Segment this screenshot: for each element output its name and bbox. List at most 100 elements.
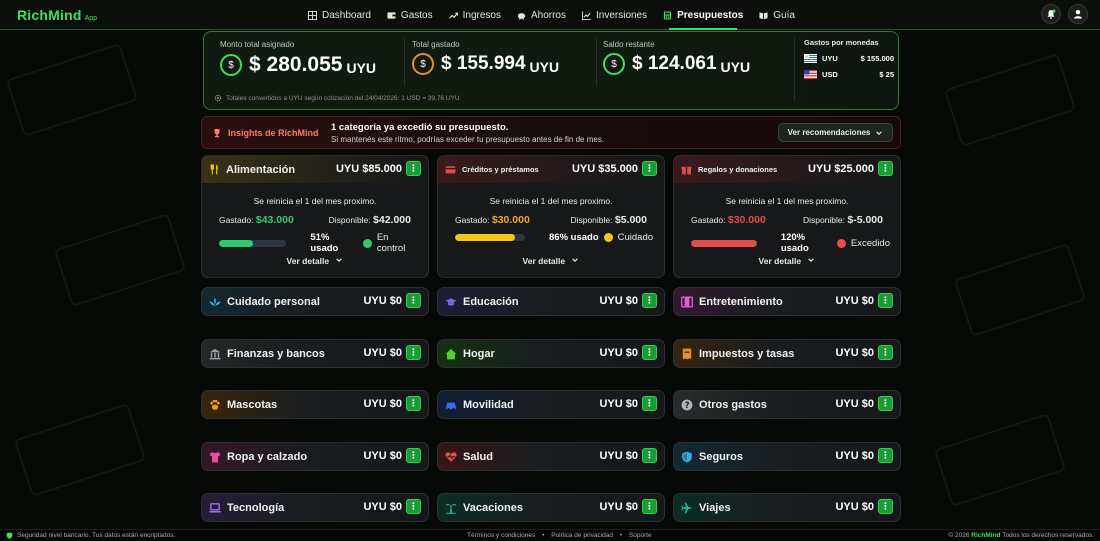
category-card[interactable]: Viajes UYU $0 ⋮: [673, 493, 901, 522]
card-amount: UYU $0: [599, 398, 638, 410]
category-card[interactable]: Entretenimiento UYU $0 ⋮: [673, 287, 901, 316]
kebab-icon: ⋮: [881, 295, 890, 305]
category-card[interactable]: Vacaciones UYU $0 ⋮: [437, 493, 665, 522]
gift-icon: [681, 166, 692, 175]
category-card[interactable]: Impuestos y tasas UYU $0 ⋮: [673, 339, 901, 368]
view-detail-button[interactable]: Ver detalle: [438, 256, 664, 266]
kebab-icon: ⋮: [409, 347, 418, 357]
kebab-icon: ⋮: [645, 347, 654, 357]
card-menu-button[interactable]: ⋮: [406, 161, 421, 176]
view-detail-button[interactable]: Ver detalle: [674, 256, 900, 266]
card-amount: UYU $0: [835, 450, 874, 462]
stat-amount: $ 124.061: [632, 53, 717, 74]
coin-icon: $: [603, 53, 625, 75]
card-menu-button[interactable]: ⋮: [406, 499, 421, 514]
bell-icon: [1047, 9, 1056, 19]
nav-label: Ahorros: [530, 9, 566, 21]
category-card[interactable]: Salud UYU $0 ⋮: [437, 442, 665, 471]
nav-label: Inversiones: [595, 9, 648, 21]
card-menu-button[interactable]: ⋮: [878, 499, 893, 514]
spent-value: $30.000: [727, 214, 766, 226]
nav-item-inversiones[interactable]: Inversiones: [574, 0, 655, 30]
card-amount: UYU $0: [363, 450, 402, 462]
credit-card-icon: [445, 166, 456, 174]
profile-button[interactable]: [1068, 4, 1088, 24]
category-card[interactable]: Ropa y calzado UYU $0 ⋮: [201, 442, 429, 471]
category-card[interactable]: Movilidad UYU $0 ⋮: [437, 390, 665, 419]
card-menu-button[interactable]: ⋮: [406, 396, 421, 411]
category-card[interactable]: Cuidado personal UYU $0 ⋮: [201, 287, 429, 316]
category-card[interactable]: Finanzas y bancos UYU $0 ⋮: [201, 339, 429, 368]
card-menu-button[interactable]: ⋮: [642, 293, 657, 308]
category-card[interactable]: Educación UYU $0 ⋮: [437, 287, 665, 316]
budget-card-regalos: Regalos y donaciones UYU $25.000 ⋮ Se re…: [673, 155, 901, 278]
available-label: Disponible:: [802, 215, 845, 225]
stat-currency: UYU: [529, 58, 560, 75]
privacy-link[interactable]: Política de privacidad: [551, 532, 613, 539]
card-menu-button[interactable]: ⋮: [406, 293, 421, 308]
card-menu-button[interactable]: ⋮: [406, 448, 421, 463]
chart-icon: [581, 10, 591, 20]
card-name: Finanzas y bancos: [227, 347, 325, 360]
detail-label: Ver detalle: [522, 256, 566, 266]
insights-label: Insights de RichMind: [212, 128, 319, 138]
card-menu-button[interactable]: ⋮: [642, 345, 657, 360]
available-value: $5.000: [614, 214, 647, 226]
app-logo[interactable]: RichMind App: [17, 7, 97, 23]
category-card[interactable]: Mascotas UYU $0 ⋮: [201, 390, 429, 419]
category-card[interactable]: Tecnología UYU $0 ⋮: [201, 493, 429, 522]
reset-text: Se reinicia el 1 del mes proximo.: [725, 196, 849, 206]
card-menu-button[interactable]: ⋮: [878, 161, 893, 176]
view-detail-button[interactable]: Ver detalle: [202, 256, 428, 266]
stat-label: Saldo restante: [603, 40, 655, 49]
spent-info: Gastado: $30.000: [455, 214, 530, 226]
card-amount: UYU $0: [363, 501, 402, 513]
card-amount: UYU $0: [835, 501, 874, 513]
stat-remaining: Saldo restante $ $ 124.061 UYU: [603, 40, 750, 75]
copyright-brand: RichMind: [971, 532, 1001, 539]
car-icon: [446, 402, 456, 410]
status-dot-icon: [603, 233, 613, 242]
category-card[interactable]: ? Otros gastos UYU $0 ⋮: [673, 390, 901, 419]
notifications-button[interactable]: [1041, 4, 1061, 24]
card-menu-button[interactable]: ⋮: [642, 499, 657, 514]
card-name: Otros gastos: [699, 398, 767, 411]
card-name: Salud: [463, 450, 493, 463]
card-menu-button[interactable]: ⋮: [878, 448, 893, 463]
view-recommendations-button[interactable]: Ver recomendaciones: [778, 123, 893, 142]
currency-code: USD: [822, 70, 838, 79]
status-dot-icon: [363, 238, 372, 248]
footer: Seguridad nivel bancario. Tus datos está…: [0, 529, 1100, 541]
kebab-icon: ⋮: [645, 163, 654, 173]
stat-amount: $ 280.055: [249, 53, 343, 76]
nav-item-guia[interactable]: Guía: [751, 0, 803, 30]
category-card[interactable]: Seguros UYU $0 ⋮: [673, 442, 901, 471]
terms-link[interactable]: Términos y condiciones: [467, 532, 535, 539]
card-name: Educación: [463, 295, 519, 308]
copyright-prefix: © 2026: [948, 532, 970, 539]
kebab-icon: ⋮: [409, 398, 418, 408]
kebab-icon: ⋮: [645, 501, 654, 511]
reset-text: Se reinicia el 1 del mes proximo.: [489, 196, 613, 206]
status-dot-icon: [837, 238, 846, 248]
card-amount: UYU $35.000: [571, 163, 638, 175]
nav-item-ingresos[interactable]: Ingresos: [441, 0, 509, 30]
nav-item-dashboard[interactable]: Dashboard: [300, 0, 379, 30]
category-card[interactable]: Hogar UYU $0 ⋮: [437, 339, 665, 368]
conversion-note-text: Totales convertidos a UYU según cotizaci…: [226, 94, 460, 102]
nav-item-ahorros[interactable]: Ahorros: [509, 0, 574, 30]
card-menu-button[interactable]: ⋮: [878, 396, 893, 411]
support-link[interactable]: Soporte: [629, 532, 652, 539]
card-menu-button[interactable]: ⋮: [642, 448, 657, 463]
nav-label: Guía: [773, 9, 795, 21]
nav-item-gastos[interactable]: Gastos: [379, 0, 441, 30]
card-amount: UYU $0: [835, 295, 874, 307]
card-menu-button[interactable]: ⋮: [406, 345, 421, 360]
card-menu-button[interactable]: ⋮: [642, 161, 657, 176]
nav-item-presupuestos[interactable]: Presupuestos: [655, 0, 751, 30]
card-menu-button[interactable]: ⋮: [878, 293, 893, 308]
card-menu-button[interactable]: ⋮: [878, 345, 893, 360]
card-amount: UYU $0: [363, 347, 402, 359]
footer-links: Términos y condiciones • Política de pri…: [467, 532, 652, 539]
card-menu-button[interactable]: ⋮: [642, 396, 657, 411]
